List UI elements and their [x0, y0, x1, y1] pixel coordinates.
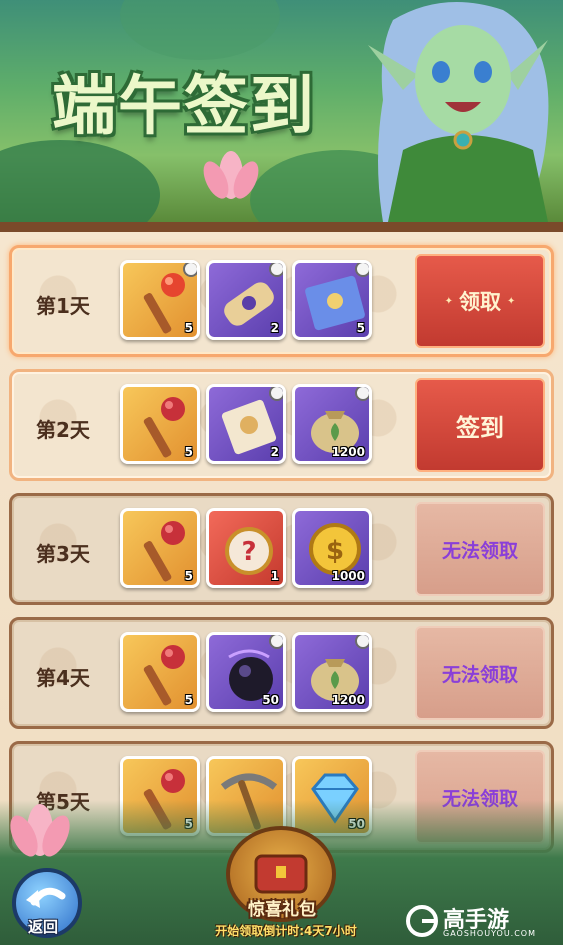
star-decoration-icon: ✦ — [444, 295, 453, 307]
day-card-2: 第2天 5 2 1200 签到 — [9, 369, 554, 481]
lotus-leaf-decoration — [0, 140, 160, 222]
brand-logo-icon — [406, 905, 438, 937]
reward-item[interactable]: 5 — [120, 632, 200, 712]
reward-item[interactable]: 1200 — [292, 384, 372, 464]
item-quantity: 1200 — [331, 693, 365, 707]
reward-item[interactable]: 5 — [120, 384, 200, 464]
unavailable-button[interactable]: 无法领取 — [415, 626, 545, 720]
lotus-flower-icon — [203, 151, 259, 199]
day-label: 第3天 — [36, 542, 90, 566]
reward-item[interactable]: 5 — [120, 260, 200, 340]
unavailable-label: 无法领取 — [441, 663, 518, 686]
svg-text:$: $ — [326, 536, 344, 566]
star-decoration-icon: ✦ — [507, 295, 516, 307]
event-title: 端午签到 — [52, 70, 316, 144]
leaf-decoration — [120, 0, 280, 60]
item-quantity: 2 — [270, 321, 279, 335]
day-card-1: 第1天 5 2 5 ✦ 领取 ✦ — [9, 245, 554, 357]
unavailable-button[interactable]: 无法领取 — [415, 502, 545, 596]
item-quantity: 50 — [262, 693, 279, 707]
reward-item[interactable]: 1200 — [292, 632, 372, 712]
gift-label: 惊喜礼包 — [248, 900, 316, 920]
elf-character-icon — [368, 2, 549, 222]
limited-badge-icon — [355, 635, 369, 649]
limited-badge-icon — [183, 263, 197, 277]
brand-domain: GAOSHOUYOU.COM — [443, 929, 537, 938]
limited-badge-icon — [269, 635, 283, 649]
item-quantity: 2 — [270, 445, 279, 459]
watermark: 高手游 GAOSHOUYOU.COM — [405, 902, 555, 942]
item-quantity: 5 — [184, 569, 193, 583]
reward-item[interactable]: 2 — [206, 384, 286, 464]
limited-badge-icon — [355, 263, 369, 277]
item-quantity: 5 — [356, 321, 365, 335]
svg-text:?: ? — [241, 537, 256, 567]
limited-badge-icon — [355, 387, 369, 401]
reward-item[interactable]: 50 — [206, 632, 286, 712]
item-quantity: 1000 — [331, 569, 365, 583]
item-quantity: 5 — [184, 321, 193, 335]
day-label: 第2天 — [36, 418, 90, 442]
day-label: 第4天 — [36, 666, 90, 690]
check-in-button[interactable]: 签到 — [415, 378, 545, 472]
lotus-flower-icon — [10, 804, 70, 857]
claim-label: 领取 — [459, 290, 501, 314]
item-quantity: 1200 — [331, 445, 365, 459]
item-quantity: 1 — [270, 569, 279, 583]
claim-button[interactable]: ✦ 领取 ✦ — [415, 254, 545, 348]
check-in-label: 签到 — [456, 413, 504, 442]
back-label: 返回 — [28, 918, 59, 936]
item-quantity: 5 — [184, 445, 193, 459]
reward-item[interactable]: 2 — [206, 260, 286, 340]
reward-item[interactable]: $ 1000 — [292, 508, 372, 588]
limited-badge-icon — [269, 387, 283, 401]
reward-item[interactable]: 5 — [292, 260, 372, 340]
day-label: 第1天 — [36, 294, 90, 318]
unavailable-label: 无法领取 — [441, 539, 518, 562]
reward-item[interactable]: ? 1 — [206, 508, 286, 588]
day-card-4: 第4天 5 50 1200 无法领取 — [9, 617, 554, 729]
limited-badge-icon — [269, 263, 283, 277]
day-card-3: 第3天 5 ? 1 $ 1000 无法领取 — [9, 493, 554, 605]
item-quantity: 5 — [184, 693, 193, 707]
countdown-text: 开始领取倒计时:4天7小时 — [215, 924, 357, 938]
reward-item[interactable]: 5 — [120, 508, 200, 588]
event-banner: 端午签到 — [0, 0, 563, 232]
